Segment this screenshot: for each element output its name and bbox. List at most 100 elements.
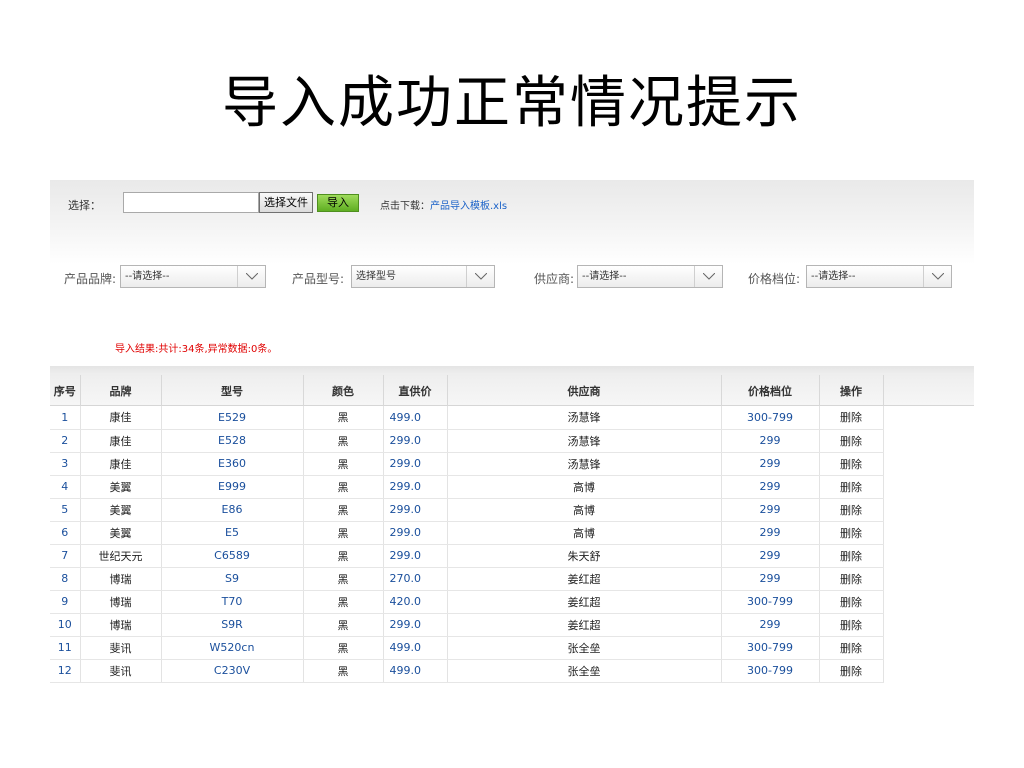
cell-supplier: 朱天舒: [447, 544, 722, 568]
table-header-row: 序号 品牌 型号 颜色 直供价 供应商 价格档位 操作: [50, 375, 884, 406]
cell-tier: 299: [721, 567, 820, 591]
cell-brand: 斐讯: [80, 659, 162, 683]
cell-index: 3: [50, 452, 81, 476]
cell-tier: 300-799: [721, 659, 820, 683]
cell-supplier: 姜红超: [447, 590, 722, 614]
delete-action[interactable]: 删除: [819, 406, 884, 430]
cell-color: 黑: [303, 406, 384, 430]
table-row: 11 斐讯 W520cn 黑 499.0 张全垒 300-799 删除: [50, 636, 884, 660]
cell-supplier: 高博: [447, 521, 722, 545]
col-header-tier: 价格档位: [721, 375, 820, 406]
cell-index: 4: [50, 475, 81, 499]
model-filter-label: 产品型号:: [292, 272, 345, 286]
cell-model: E529: [161, 406, 304, 430]
file-path-input[interactable]: [123, 192, 259, 213]
cell-price: 270.0: [383, 567, 448, 591]
table-row: 4 美翼 E999 黑 299.0 高博 299 删除: [50, 475, 884, 499]
cell-brand: 康佳: [80, 406, 162, 430]
table-row: 3 康佳 E360 黑 299.0 汤慧锋 299 删除: [50, 452, 884, 476]
cell-price: 299.0: [383, 521, 448, 545]
col-header-action: 操作: [819, 375, 884, 406]
col-header-supplier: 供应商: [447, 375, 722, 406]
cell-price: 499.0: [383, 659, 448, 683]
cell-model: E999: [161, 475, 304, 499]
cell-color: 黑: [303, 429, 384, 453]
delete-action[interactable]: 删除: [819, 613, 884, 637]
choose-file-button[interactable]: 选择文件: [259, 192, 313, 213]
price-filter-value: --请选择--: [811, 271, 856, 282]
cell-tier: 299: [721, 452, 820, 476]
model-filter-select[interactable]: 选择型号: [351, 265, 495, 288]
delete-action[interactable]: 删除: [819, 452, 884, 476]
cell-index: 12: [50, 659, 81, 683]
cell-index: 10: [50, 613, 81, 637]
file-import-row: 选择： 选择文件 导入 点击下载：产品导入模板.xls: [50, 192, 974, 214]
cell-model: W520cn: [161, 636, 304, 660]
cell-color: 黑: [303, 475, 384, 499]
col-header-color: 颜色: [303, 375, 384, 406]
delete-action[interactable]: 删除: [819, 659, 884, 683]
cell-tier: 299: [721, 521, 820, 545]
cell-brand: 美翼: [80, 521, 162, 545]
chevron-down-icon: [923, 266, 951, 287]
cell-tier: 300-799: [721, 406, 820, 430]
cell-supplier: 张全垒: [447, 636, 722, 660]
cell-brand: 康佳: [80, 452, 162, 476]
cell-tier: 299: [721, 498, 820, 522]
delete-action[interactable]: 删除: [819, 521, 884, 545]
delete-action[interactable]: 删除: [819, 590, 884, 614]
brand-filter-select[interactable]: --请选择--: [120, 265, 266, 288]
table-row: 1 康佳 E529 黑 499.0 汤慧锋 300-799 删除: [50, 406, 884, 430]
cell-price: 299.0: [383, 613, 448, 637]
cell-model: S9R: [161, 613, 304, 637]
delete-action[interactable]: 删除: [819, 636, 884, 660]
col-header-price: 直供价: [383, 375, 448, 406]
template-download-link[interactable]: 产品导入模板.xls: [430, 201, 507, 212]
cell-tier: 299: [721, 613, 820, 637]
chevron-down-icon: [466, 266, 494, 287]
delete-action[interactable]: 删除: [819, 475, 884, 499]
delete-action[interactable]: 删除: [819, 567, 884, 591]
cell-supplier: 姜红超: [447, 613, 722, 637]
table-row: 6 美翼 E5 黑 299.0 高博 299 删除: [50, 521, 884, 545]
cell-price: 299.0: [383, 429, 448, 453]
cell-brand: 美翼: [80, 498, 162, 522]
chevron-down-icon: [237, 266, 265, 287]
cell-color: 黑: [303, 498, 384, 522]
table-body: 1 康佳 E529 黑 499.0 汤慧锋 300-799 删除 2 康佳 E5…: [50, 406, 884, 683]
cell-price: 299.0: [383, 544, 448, 568]
cell-color: 黑: [303, 636, 384, 660]
download-label: 点击下载：: [380, 201, 430, 212]
supplier-filter-label: 供应商:: [534, 272, 575, 286]
supplier-filter-select[interactable]: --请选择--: [577, 265, 723, 288]
cell-index: 11: [50, 636, 81, 660]
price-filter-select[interactable]: --请选择--: [806, 265, 952, 288]
cell-price: 299.0: [383, 452, 448, 476]
col-header-model: 型号: [161, 375, 304, 406]
cell-model: C230V: [161, 659, 304, 683]
table-row: 10 博瑞 S9R 黑 299.0 姜红超 299 删除: [50, 613, 884, 637]
cell-model: S9: [161, 567, 304, 591]
import-button[interactable]: 导入: [317, 194, 359, 212]
table-row: 8 博瑞 S9 黑 270.0 姜红超 299 删除: [50, 567, 884, 591]
delete-action[interactable]: 删除: [819, 498, 884, 522]
cell-supplier: 高博: [447, 475, 722, 499]
cell-supplier: 汤慧锋: [447, 452, 722, 476]
delete-action[interactable]: 删除: [819, 429, 884, 453]
cell-price: 299.0: [383, 475, 448, 499]
cell-index: 1: [50, 406, 81, 430]
cell-color: 黑: [303, 521, 384, 545]
cell-model: C6589: [161, 544, 304, 568]
cell-index: 8: [50, 567, 81, 591]
chevron-down-icon: [694, 266, 722, 287]
col-header-brand: 品牌: [80, 375, 162, 406]
cell-tier: 299: [721, 544, 820, 568]
filter-row: 产品品牌: --请选择-- 产品型号: 选择型号 供应商: --请选择-- 价格…: [50, 265, 974, 289]
delete-action[interactable]: 删除: [819, 544, 884, 568]
cell-color: 黑: [303, 567, 384, 591]
cell-color: 黑: [303, 659, 384, 683]
col-header-index: 序号: [50, 375, 81, 406]
cell-tier: 300-799: [721, 590, 820, 614]
cell-index: 2: [50, 429, 81, 453]
table-row: 2 康佳 E528 黑 299.0 汤慧锋 299 删除: [50, 429, 884, 453]
